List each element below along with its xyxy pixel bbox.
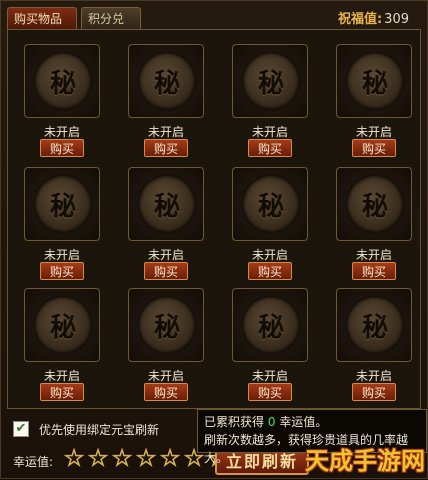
blessing-label: 祝福值: [337,12,383,27]
item-icon-frame[interactable]: 秘 [336,288,412,362]
bind-ingot-label: 优先使用绑定元宝刷新 [39,423,160,437]
item-slot: 秘未开启 购买 [22,288,100,408]
buy-button[interactable]: 购买 [40,383,84,401]
buy-button[interactable]: 购买 [40,139,84,157]
buy-button[interactable]: 购买 [144,139,188,157]
item-icon-frame[interactable]: 秘 [24,288,100,362]
mystery-item-icon: 秘 [243,176,299,232]
item-slot: 秘未开启 购买 [230,288,308,408]
item-icon-frame[interactable]: 秘 [336,167,412,241]
buy-button[interactable]: 购买 [144,383,188,401]
luck-label: 幸运值: [13,455,54,469]
item-icon-frame[interactable]: 秘 [232,288,308,362]
item-status: 未开启 [355,248,392,262]
mystery-item-icon: 秘 [347,53,403,109]
item-slot: 秘未开启 购买 [22,44,100,164]
item-slot: 秘未开启 购买 [334,44,412,164]
tab-buy-items[interactable]: 购买物品 [7,7,77,29]
mystery-item-icon: 秘 [139,53,195,109]
item-status: 未开启 [43,369,80,383]
item-icon-frame[interactable]: 秘 [336,44,412,118]
item-slot: 秘未开启 购买 [126,44,204,164]
buy-button[interactable]: 购买 [352,139,396,157]
item-slot: 秘未开启 购买 [126,288,204,408]
blessing-number: 309 [384,12,409,27]
item-status: 未开启 [251,369,288,383]
luck-star-icon: ★ [64,446,84,470]
blessing-value: 祝福值: 309 [338,8,409,27]
buy-button[interactable]: 购买 [248,383,292,401]
mystery-item-icon: 秘 [139,297,195,353]
item-status: 未开启 [251,125,288,139]
item-icon-frame[interactable]: 秘 [128,288,204,362]
bind-ingot-checkbox[interactable]: ✔ [13,421,29,437]
luck-star-icon: ★ [136,446,156,470]
watermark-logo: 天成手游网 [305,447,425,475]
item-slot: 秘未开启 购买 [230,44,308,164]
item-status: 未开启 [251,248,288,262]
tooltip-prefix: 已累积获得 [204,415,265,429]
item-status: 未开启 [43,125,80,139]
shop-window: 购买物品 积分兑换 祝福值:309 秘未开启购买秘未开启购买秘未开启购买秘未开启… [0,0,428,479]
luck-star-icon: ★ [112,446,132,470]
item-slot: 秘未开启 购买 [334,288,412,408]
item-icon-frame[interactable]: 秘 [128,44,204,118]
mystery-item-icon: 秘 [243,53,299,109]
item-icon-frame[interactable]: 秘 [232,167,308,241]
tab-points-exchange[interactable]: 积分兑换 [81,7,141,48]
mystery-item-icon: 秘 [347,297,403,353]
item-status: 未开启 [355,369,392,383]
item-grid: 秘未开启 购买秘未开启 购买秘未开启 购买秘未开启 购买秘未开启 购买秘未开启 购买秘未开启… [7,29,421,409]
item-status: 未开启 [43,248,80,262]
mystery-item-icon: 秘 [35,53,91,109]
item-slot: 秘未开启 购买 [230,167,308,287]
item-slot: 秘未开启 购买 [334,167,412,287]
item-icon-frame[interactable]: 秘 [232,44,308,118]
tooltip-lucky-value: 0 [267,415,276,429]
buy-button[interactable]: 购买 [248,262,292,280]
buy-button[interactable]: 购买 [352,383,396,401]
item-status: 未开启 [147,248,184,262]
item-status: 未开启 [147,369,184,383]
mystery-item-icon: 秘 [35,176,91,232]
item-status: 未开启 [147,125,184,139]
tooltip-suffix: 幸运值。 [279,415,328,429]
buy-button[interactable]: 购买 [144,262,188,280]
item-icon-frame[interactable]: 秘 [24,167,100,241]
mystery-item-icon: 秘 [35,297,91,353]
mystery-item-icon: 秘 [347,176,403,232]
item-slot: 秘未开启 购买 [126,167,204,287]
mystery-item-icon: 秘 [243,297,299,353]
item-icon-frame[interactable]: 秘 [24,44,100,118]
luck-star-icon: ★ [88,446,108,470]
buy-button[interactable]: 购买 [352,262,396,280]
buy-button[interactable]: 购买 [248,139,292,157]
luck-star-icon: ★ [160,446,180,470]
buy-button[interactable]: 购买 [40,262,84,280]
item-status: 未开启 [355,125,392,139]
item-slot: 秘未开启 购买 [22,167,100,287]
item-icon-frame[interactable]: 秘 [128,167,204,241]
tooltip-line-1: 已累积获得 0 幸运值。 [204,413,420,431]
mystery-item-icon: 秘 [139,176,195,232]
